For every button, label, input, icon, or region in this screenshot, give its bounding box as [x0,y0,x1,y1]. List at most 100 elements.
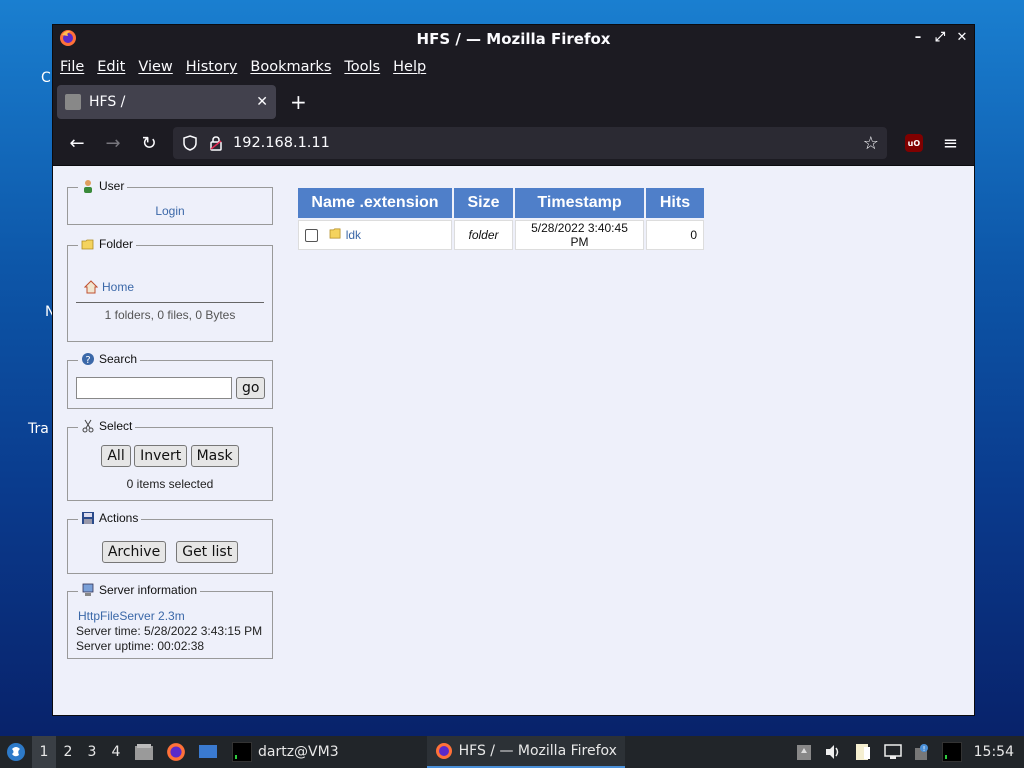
folder-icon [81,239,94,250]
task-firefox[interactable]: HFS / — Mozilla Firefox [426,736,625,768]
firefox-icon [435,743,452,759]
tab-title: HFS / [89,94,126,110]
folder-link[interactable]: ldk [346,228,361,242]
column-header-hits[interactable]: Hits [646,188,704,218]
volume-icon[interactable] [824,744,842,760]
folder-divider [76,302,264,303]
firefox-window: HFS / — Mozilla Firefox – ⤢ ✕ File Edit … [52,24,975,716]
workspace-3[interactable]: 3 [80,744,104,760]
firefox-launcher[interactable] [160,736,192,768]
home-link[interactable]: Home [102,280,134,294]
terminal-icon [232,742,252,762]
desktop-launcher[interactable] [192,736,224,768]
scissors-icon [82,419,94,433]
file-table: Name .extension Size Timestamp Hits ldk [296,186,706,252]
bookmark-star-icon[interactable]: ☆ [863,133,879,154]
column-header-size[interactable]: Size [454,188,513,218]
terminal-tray-icon[interactable] [941,742,962,762]
select-all-button[interactable]: All [101,445,131,467]
workspace-4[interactable]: 4 [104,744,128,760]
tab-hfs[interactable]: HFS / ✕ [57,85,276,119]
svg-text:?: ? [85,355,90,366]
window-titlebar[interactable]: HFS / — Mozilla Firefox – ⤢ ✕ [53,25,974,53]
user-legend: User [99,179,125,193]
file-size-cell: folder [454,220,513,250]
server-version-link[interactable]: HttpFileServer 2.3m [78,609,272,623]
tab-bar: HFS / ✕ + [53,81,974,123]
task-terminal-label: dartz@VM3 [258,744,339,760]
home-icon [84,280,98,294]
url-bar[interactable]: 192.168.1.11 ☆ [173,127,887,159]
server-icon [82,583,94,596]
hfs-favicon-icon [65,94,81,110]
file-timestamp-cell: 5/28/2022 3:40:45 PM [515,220,644,250]
window-title: HFS / — Mozilla Firefox [416,30,611,48]
column-header-name[interactable]: Name .extension [298,188,452,218]
menu-view[interactable]: View [138,59,172,75]
file-manager-launcher[interactable] [128,736,160,768]
close-tab-icon[interactable]: ✕ [256,94,268,110]
invert-selection-button[interactable]: Invert [134,445,188,467]
menu-tools[interactable]: Tools [344,59,380,75]
lock-icon[interactable] [207,135,225,151]
navigation-toolbar: ← → ↻ 192.168.1.11 ☆ uO ≡ [53,123,974,163]
selection-status: 0 items selected [126,477,214,491]
task-firefox-label: HFS / — Mozilla Firefox [458,743,617,759]
distro-logo-icon [7,743,25,761]
user-icon [84,180,92,193]
workspace-1[interactable]: 1 [32,736,56,768]
login-link[interactable]: Login [68,204,272,218]
get-list-button[interactable]: Get list [176,541,239,563]
clipboard-icon[interactable] [796,743,812,761]
table-row: ldk folder 5/28/2022 3:40:45 PM 0 [298,220,704,250]
desktop-icon-label[interactable]: C [41,70,51,86]
start-menu-button[interactable] [0,736,32,768]
url-text[interactable]: 192.168.1.11 [233,135,330,151]
firefox-logo-icon [60,30,76,46]
menu-history[interactable]: History [186,59,238,75]
file-name-cell: ldk [298,220,452,250]
row-checkbox[interactable] [305,229,318,243]
notes-icon[interactable] [854,743,872,761]
firefox-icon [167,743,185,761]
mask-button[interactable]: Mask [190,445,239,467]
server-time: Server time: 5/28/2022 3:43:15 PM [76,624,263,638]
network-icon[interactable] [883,744,902,760]
desktop-icon-label[interactable]: Tra [28,421,49,437]
server-info-panel: Server information HttpFileServer 2.3m S… [67,583,273,659]
clock[interactable]: 15:54 [974,744,1014,760]
search-input[interactable] [76,377,232,399]
workspace-2[interactable]: 2 [56,744,80,760]
file-hits-cell: 0 [646,220,704,250]
shield-icon[interactable] [181,135,199,151]
maximize-icon[interactable]: ⤢ [934,30,946,46]
svg-text:!: ! [922,745,925,753]
file-manager-icon [135,744,153,760]
archive-button[interactable]: Archive [101,541,167,563]
save-icon [82,512,94,524]
user-panel: User Login [67,179,273,225]
menu-file[interactable]: File [60,59,84,75]
close-window-icon[interactable]: ✕ [956,30,968,46]
menu-edit[interactable]: Edit [97,59,125,75]
help-icon: ? [82,353,94,366]
system-tray: ! 15:54 [796,742,1024,762]
search-panel: ? Search go [67,352,273,409]
forward-button[interactable]: → [97,127,129,159]
task-terminal[interactable]: dartz@VM3 [224,736,347,768]
minimize-icon[interactable]: – [912,30,924,46]
update-notifier-icon[interactable]: ! [914,743,930,761]
select-panel: Select All Invert Mask 0 items selected [67,419,273,501]
reload-button[interactable]: ↻ [133,127,165,159]
app-menu-icon[interactable]: ≡ [943,133,958,154]
ublock-origin-icon[interactable]: uO [904,134,923,152]
actions-legend: Actions [99,511,139,525]
new-tab-button[interactable]: + [290,92,307,112]
menu-help[interactable]: Help [393,59,426,75]
menu-bookmarks[interactable]: Bookmarks [250,59,331,75]
search-go-button[interactable]: go [236,377,266,399]
back-button[interactable]: ← [61,127,93,159]
folder-legend: Folder [99,237,134,251]
column-header-timestamp[interactable]: Timestamp [515,188,644,218]
taskbar: 1 2 3 4 dartz@VM3 HFS / — Mozilla Firefo… [0,736,1024,768]
